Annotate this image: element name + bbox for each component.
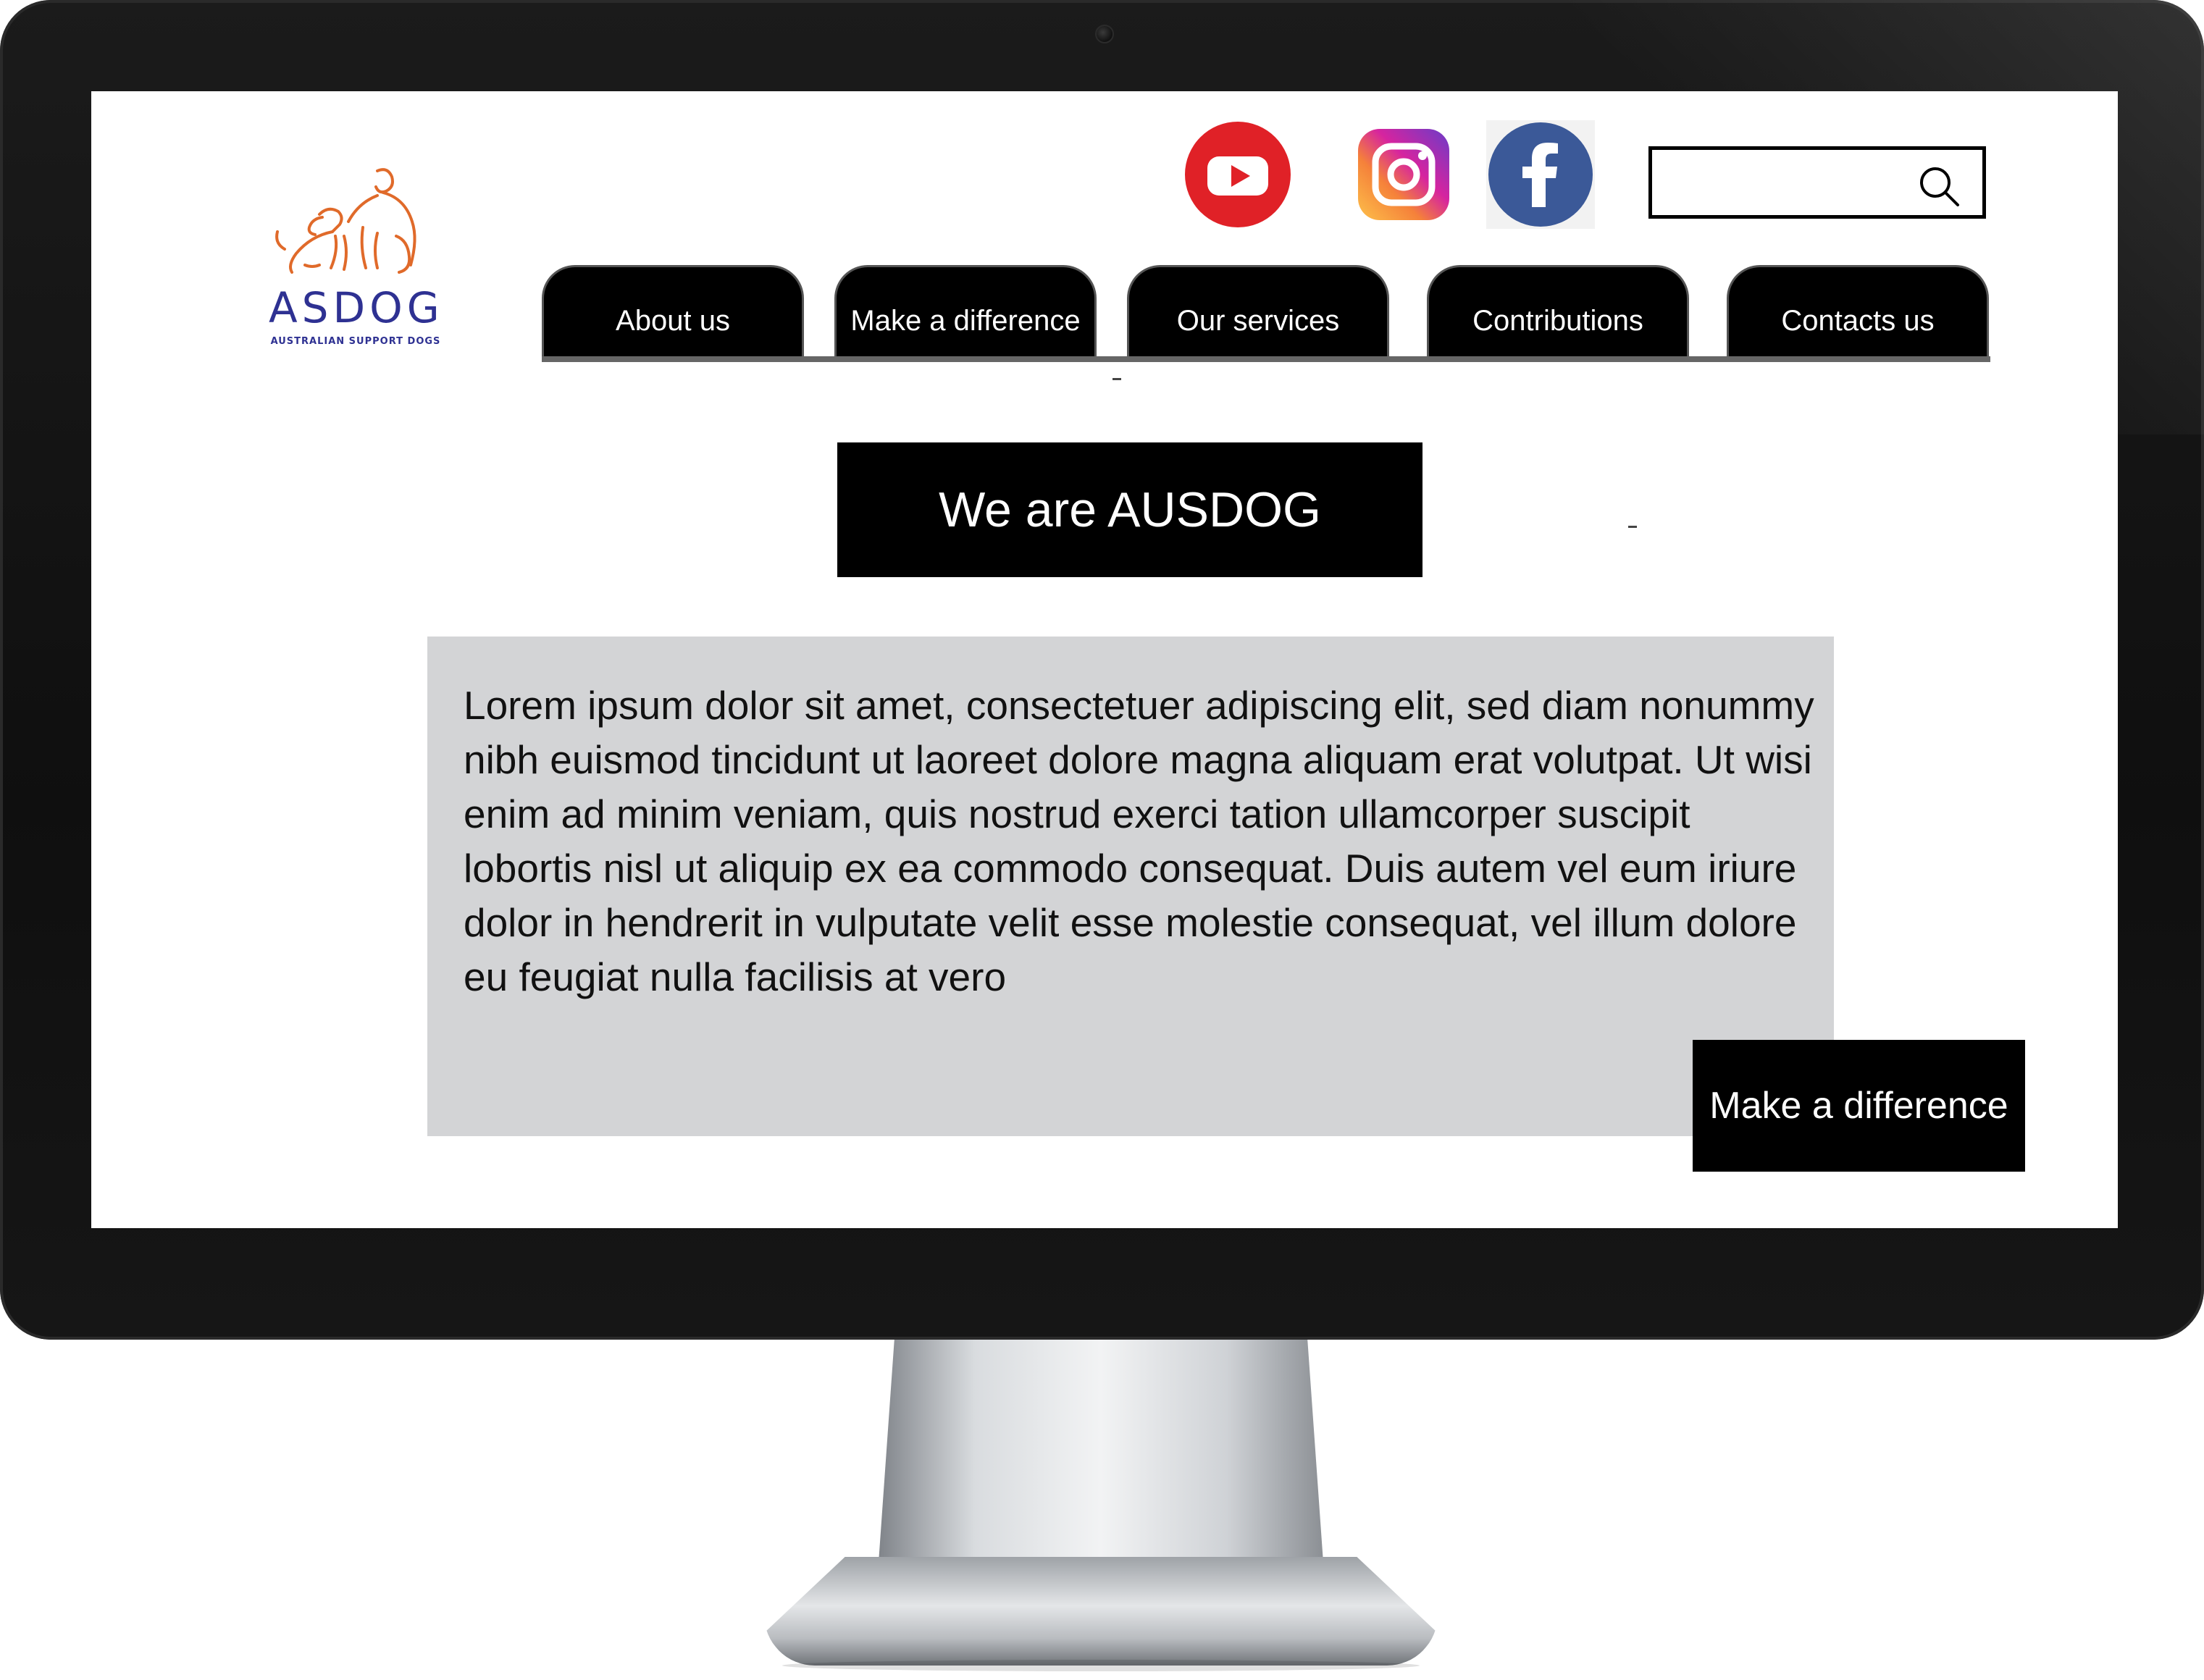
content-body: Lorem ipsum dolor sit amet, consectetuer… <box>464 683 1814 999</box>
nav-tab-contributions[interactable]: Contributions <box>1427 265 1689 358</box>
website-screen: ASDOG AUSTRALIAN SUPPORT DOGS About us M… <box>91 91 2118 1228</box>
monitor-stand-neck <box>876 1340 1325 1593</box>
nav-underline <box>542 356 1990 362</box>
hero-title: We are AUSDOG <box>837 442 1422 577</box>
nav-tab-our-services[interactable]: Our services <box>1127 265 1389 358</box>
nav-tab-make-a-difference[interactable]: Make a difference <box>834 265 1097 358</box>
nav-tab-about-us[interactable]: About us <box>542 265 804 358</box>
make-a-difference-button[interactable]: Make a difference <box>1693 1040 2025 1172</box>
youtube-icon[interactable] <box>1183 120 1292 229</box>
facebook-icon[interactable] <box>1486 120 1595 229</box>
logo[interactable]: ASDOG AUSTRALIAN SUPPORT DOGS <box>269 164 443 359</box>
webcam-icon <box>1095 25 1114 43</box>
main-nav: About us Make a difference Our services … <box>542 265 1990 364</box>
nav-tab-contacts-us[interactable]: Contacts us <box>1727 265 1989 358</box>
search-input[interactable] <box>1659 157 1908 209</box>
instagram-icon[interactable] <box>1349 120 1458 229</box>
divider-dash <box>1113 378 1121 380</box>
logo-mark-icon <box>275 168 416 274</box>
search-icon[interactable] <box>1916 163 1962 209</box>
logo-text: ASDOG <box>269 283 444 332</box>
logo-tagline: AUSTRALIAN SUPPORT DOGS <box>270 336 441 347</box>
mockup-stage: ASDOG AUSTRALIAN SUPPORT DOGS About us M… <box>0 0 2204 1680</box>
monitor-frame: ASDOG AUSTRALIAN SUPPORT DOGS About us M… <box>0 0 2204 1340</box>
monitor-stand-base <box>764 1557 1438 1666</box>
content-panel: Lorem ipsum dolor sit amet, consectetuer… <box>427 637 1834 1136</box>
divider-dash <box>1628 526 1637 528</box>
monitor-stand-shadow <box>782 1660 1420 1671</box>
search-box[interactable] <box>1648 146 1986 219</box>
